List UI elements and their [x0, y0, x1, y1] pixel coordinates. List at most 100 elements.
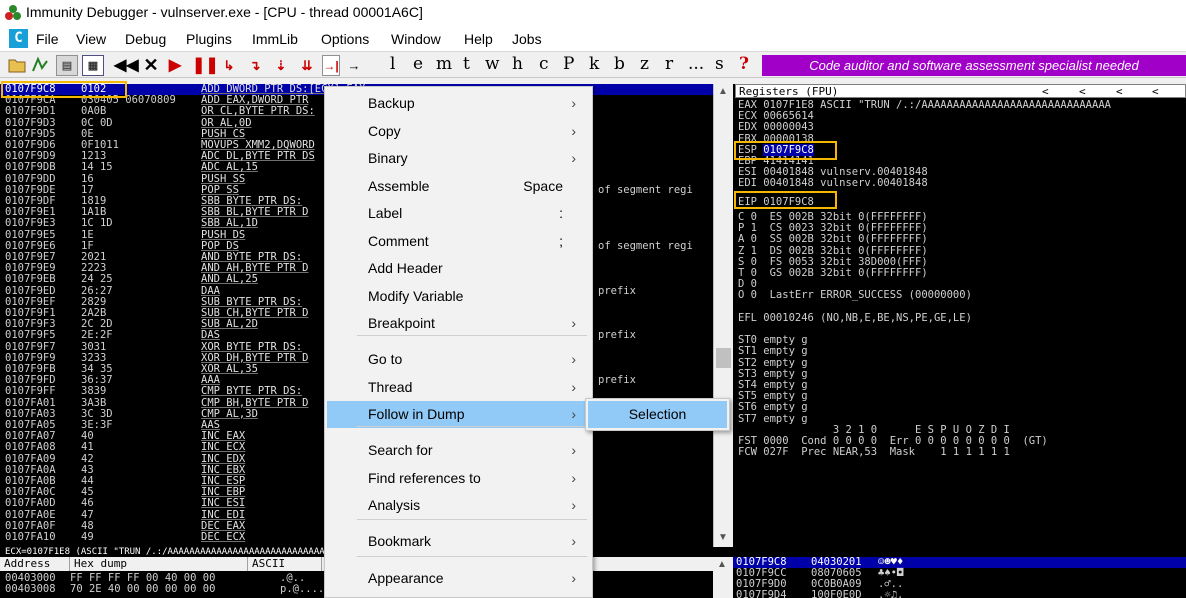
dump-header-address[interactable]: Address	[0, 557, 70, 571]
dump-header-hex[interactable]: Hex dump	[70, 557, 248, 571]
menu-item-thread[interactable]: Thread ›	[327, 374, 590, 401]
disasm-comment: prefix	[598, 329, 636, 342]
toolbar-r[interactable]: r	[665, 54, 673, 74]
register-line[interactable]: A 0 SS 002B 32bit 0(FFFFFFFF)	[738, 234, 928, 245]
menu-item-comment[interactable]: Comment;	[327, 228, 590, 255]
reg-prev2-icon[interactable]: <	[1079, 85, 1086, 99]
menu-item-appearance[interactable]: Appearance ›	[327, 565, 590, 592]
menu-item-binary[interactable]: Binary ›	[327, 145, 590, 172]
menu-debug[interactable]: Debug	[125, 31, 166, 47]
menu-item-add-header[interactable]: Add Header	[327, 255, 590, 282]
stack-row[interactable]: 0107F9C8 04030201 ☺☻♥♦	[733, 557, 1186, 568]
toolbar-b[interactable]: b	[614, 54, 625, 74]
register-line[interactable]: T 0 GS 002B 32bit 0(FFFFFFFF)	[738, 267, 928, 279]
menu-item-label[interactable]: Label:	[327, 200, 590, 227]
menu-item-find-references-to[interactable]: Find references to ›	[327, 465, 590, 492]
menu-view[interactable]: View	[76, 31, 106, 47]
registers-pane[interactable]: EAX 0107F1E8 ASCII "TRUN /.:/AAAAAAAAAAA…	[735, 98, 1186, 553]
help-icon[interactable]: ?	[739, 54, 749, 74]
toolbar-ellipsis[interactable]: ...	[688, 54, 704, 74]
follow-in-dump-submenu[interactable]: Selection	[585, 398, 730, 431]
stack-pane[interactable]: 0107F9C8 04030201 ☺☻♥♦ 0107F9CC 08070605 ♣♠•◘…	[733, 555, 1186, 598]
toolbar-w[interactable]: w	[485, 54, 500, 74]
menu-help[interactable]: Help	[464, 31, 493, 47]
menu-immlib[interactable]: ImmLib	[252, 31, 298, 47]
reg-next2-icon[interactable]: <	[1152, 85, 1159, 99]
menu-item-label: Modify Variable	[368, 288, 464, 304]
rewind-icon[interactable]: ◀◀	[114, 55, 139, 76]
reg-next-icon[interactable]: <	[1116, 85, 1123, 99]
disasm-comment: prefix	[598, 374, 636, 387]
disasm-address: 0107F9D1	[5, 105, 56, 118]
dump-scroll-up-icon[interactable]: ▲	[717, 559, 727, 570]
menu-item-bookmark[interactable]: Bookmark ›	[327, 528, 590, 555]
title-bar: Immunity Debugger - vulnserver.exe - [CP…	[0, 0, 1186, 26]
toolbar-t[interactable]: t	[463, 54, 470, 74]
restart-icon[interactable]	[30, 56, 50, 74]
toolbar-c[interactable]: c	[539, 54, 549, 74]
menu-item-go-to[interactable]: Go to ›	[327, 346, 590, 373]
disasm-instruction: INC ECX	[201, 441, 246, 454]
toolbar-l[interactable]: l	[390, 54, 395, 74]
pause-icon[interactable]: ❚❚	[192, 55, 219, 76]
menu-item-follow-in-dump[interactable]: Follow in Dump ›	[327, 401, 590, 428]
context-menu[interactable]: Backup › Copy › Binary › Assemble Space Label: Co…	[324, 86, 593, 598]
scroll-down-icon[interactable]: ▼	[718, 532, 728, 543]
disasm-hex: 3839	[81, 385, 107, 398]
menu-item-search-for[interactable]: Search for ›	[327, 437, 590, 464]
toolbar-k[interactable]: k	[589, 54, 599, 74]
menu-window[interactable]: Window	[391, 31, 441, 47]
toolbar-z[interactable]: z	[640, 54, 649, 74]
menu-options[interactable]: Options	[321, 31, 369, 47]
stack-row[interactable]: 0107F9D4 100F0E0D .☼♫.	[733, 590, 1186, 598]
menu-item-shortcut: Space	[523, 178, 563, 194]
close-process-icon[interactable]: ✕	[143, 55, 159, 76]
disassembly-scrollbar[interactable]: ▲ ▼	[713, 84, 733, 547]
registers-header[interactable]: Registers (FPU) < < < <	[735, 84, 1186, 98]
go-to-icon[interactable]: →	[346, 55, 362, 76]
step-over-icon[interactable]: ↴	[246, 55, 264, 76]
register-line[interactable]: ST1 empty g	[738, 346, 808, 357]
dump-scrollbar[interactable]: ▲	[713, 557, 733, 598]
reg-prev-icon[interactable]: <	[1042, 85, 1049, 99]
toolbar-m[interactable]: m	[436, 54, 452, 74]
disasm-instruction: AND AL,25	[201, 273, 258, 286]
register-line[interactable]: O 0 LastErr ERROR_SUCCESS (00000000)	[738, 290, 972, 301]
trace-over-icon[interactable]: ⇊	[298, 55, 316, 76]
stack-row[interactable]: 0107F9D0 0C0B0A09 .♂..	[733, 579, 1186, 590]
menu-file[interactable]: File	[36, 31, 59, 47]
toolbar-p[interactable]: P	[563, 54, 574, 74]
disasm-hex: 41	[81, 441, 94, 454]
register-line[interactable]: EDI 00401848 vulnserv.00401848	[738, 178, 928, 189]
cpu-window-icon[interactable]: C	[9, 29, 28, 48]
run-icon[interactable]: ▶	[168, 55, 182, 76]
dump-header-ascii[interactable]: ASCII	[248, 557, 322, 571]
menu-plugins[interactable]: Plugins	[186, 31, 232, 47]
scroll-thumb[interactable]	[716, 348, 731, 368]
menu-item-backup[interactable]: Backup ›	[327, 90, 590, 117]
execute-till-return-icon[interactable]: →|	[322, 55, 340, 76]
grid-icon[interactable]: ▦	[82, 55, 104, 76]
dump-ascii: p.@.....	[280, 583, 331, 595]
stack-row[interactable]: 0107F9CC 08070605 ♣♠•◘	[733, 568, 1186, 579]
register-line[interactable]: ST6 empty g	[738, 402, 808, 413]
trace-into-icon[interactable]: ⇣	[272, 55, 290, 76]
submenu-selection[interactable]: Selection	[588, 401, 727, 428]
scroll-up-icon[interactable]: ▲	[718, 86, 728, 97]
toolbar-s[interactable]: s	[715, 54, 724, 74]
menu-item-copy[interactable]: Copy ›	[327, 118, 590, 145]
open-folder-icon[interactable]	[8, 57, 26, 73]
menu-item-analysis[interactable]: Analysis ›	[327, 492, 590, 519]
menu-item-assemble[interactable]: Assemble Space	[327, 173, 590, 200]
close-icon[interactable]: ▤	[56, 55, 78, 76]
menu-jobs[interactable]: Jobs	[512, 31, 542, 47]
menu-item-modify-variable[interactable]: Modify Variable	[327, 283, 590, 310]
toolbar-e[interactable]: e	[413, 54, 423, 74]
register-line[interactable]: EDX 00000043	[738, 122, 814, 133]
register-line[interactable]: EFL 00010246 (NO,NB,E,BE,NS,PE,GE,LE)	[738, 312, 972, 324]
register-line[interactable]: FCW 027F Prec NEAR,53 Mask 1 1 1 1 1 1	[738, 446, 1010, 458]
step-into-icon[interactable]: ↳	[220, 55, 238, 76]
toolbar-h[interactable]: h	[512, 54, 523, 74]
ad-banner[interactable]: Code auditor and software assessment spe…	[762, 55, 1186, 76]
menu-item-breakpoint[interactable]: Breakpoint ›	[327, 310, 590, 337]
